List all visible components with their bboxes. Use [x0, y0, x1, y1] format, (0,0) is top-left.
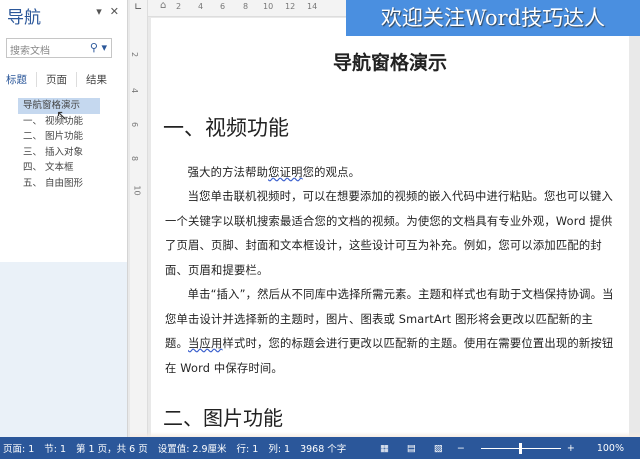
ruler-tick: 4 [198, 2, 204, 11]
status-page[interactable]: 页面: 1 [3, 441, 34, 455]
pane-options-icon[interactable]: ▾ [96, 5, 102, 18]
tab-selector-icon[interactable]: ∟ [134, 2, 142, 13]
tab-pages[interactable]: 页面 [46, 72, 77, 87]
heading-label: 导航窗格演示 [23, 100, 81, 111]
zoom-in-button[interactable]: + [567, 443, 575, 454]
close-icon[interactable]: ✕ [110, 5, 119, 18]
vertical-ruler[interactable]: 2 4 6 8 10 [130, 0, 148, 437]
ruler-tick: 2 [176, 2, 182, 11]
heading-item[interactable]: 三、 插入对象 [18, 145, 100, 161]
heading-num: 一、 [23, 115, 43, 127]
zoom-slider[interactable] [480, 442, 561, 454]
ruler-tick: 10 [132, 185, 142, 196]
heading-1: 一、视频功能 [163, 116, 289, 140]
heading-item[interactable]: 五、 自由图形 [18, 176, 100, 192]
heading-num: 三、 [23, 146, 43, 158]
print-layout-icon[interactable]: ▤ [407, 443, 416, 454]
document-title: 导航窗格演示 [332, 52, 447, 74]
web-layout-icon[interactable]: ▧ [434, 443, 443, 454]
ruler-tick: 6 [220, 2, 226, 11]
document-page[interactable]: 导航窗格演示 一、视频功能 强大的方法帮助您证明您的观点。 当您单击联机视频时，… [151, 18, 629, 437]
watermark-banner: 欢迎关注Word技巧达人 [346, 0, 640, 36]
heading-label: 文本框 [45, 162, 74, 173]
search-icon[interactable]: ⚲ ▾ [90, 41, 107, 54]
paragraph: 单击“插入”，然后从不同库中选择所需元素。主题和样式也有助于文档保持协调。当您单… [165, 288, 614, 375]
status-word-count[interactable]: 3968 个字 [300, 441, 346, 455]
status-page-count[interactable]: 第 1 页，共 6 页 [76, 441, 148, 455]
nav-pane-empty-area [0, 262, 127, 437]
status-bar: 页面: 1 节: 1 第 1 页，共 6 页 设置值: 2.9厘米 行: 1 列… [0, 437, 640, 459]
status-row[interactable]: 行: 1 [237, 441, 259, 455]
paragraph: 强大的方法帮助您证明您的观点。 [187, 166, 361, 179]
ruler-tick: 8 [243, 2, 249, 11]
ruler-tick: 10 [263, 2, 274, 11]
heading-2: 二、图片功能 [163, 406, 283, 430]
heading-num: 五、 [23, 177, 43, 189]
indent-marker-icon[interactable]: ⌂ [160, 0, 166, 11]
heading-label: 插入对象 [45, 146, 84, 158]
ruler-tick: 14 [307, 2, 318, 11]
heading-label: 图片功能 [45, 131, 84, 142]
heading-label: 自由图形 [45, 177, 84, 189]
heading-num: 四、 [23, 162, 43, 173]
tab-headings[interactable]: 标题 [6, 72, 37, 87]
tab-results[interactable]: 结果 [86, 72, 116, 87]
ruler-tick: 2 [130, 51, 140, 58]
navigation-pane: 导航 ▾ ✕ 搜索文档 ⚲ ▾ 标题 页面 结果 导航窗格演示 一、 视频功能 二、图… [0, 0, 128, 437]
heading-num: 二、 [23, 131, 43, 142]
nav-pane-title: 导航 [7, 8, 41, 28]
mouse-cursor-icon: ↖ [56, 108, 68, 124]
ruler-tick: 6 [130, 121, 140, 128]
search-input[interactable]: 搜索文档 ⚲ ▾ [6, 38, 112, 58]
heading-item[interactable]: 二、 图片功能 [18, 129, 100, 145]
ruler-tick: 12 [285, 2, 296, 11]
status-column[interactable]: 列: 1 [268, 441, 290, 455]
paragraph: 当您单击联机视频时，可以在想要添加的视频的嵌入代码中进行粘贴。您也可以键入一个关… [165, 190, 613, 277]
read-mode-icon[interactable]: ▦ [380, 443, 389, 454]
zoom-slider-thumb[interactable] [518, 442, 522, 454]
search-placeholder: 搜索文档 [10, 46, 50, 57]
status-position[interactable]: 设置值: 2.9厘米 [158, 441, 227, 455]
ruler-tick: 4 [130, 87, 140, 94]
status-section[interactable]: 节: 1 [44, 441, 66, 455]
zoom-out-button[interactable]: − [457, 443, 465, 454]
zoom-level[interactable]: 100% [597, 443, 624, 454]
ruler-tick: 8 [130, 155, 140, 162]
heading-item[interactable]: 四、 文本框 [18, 160, 100, 176]
